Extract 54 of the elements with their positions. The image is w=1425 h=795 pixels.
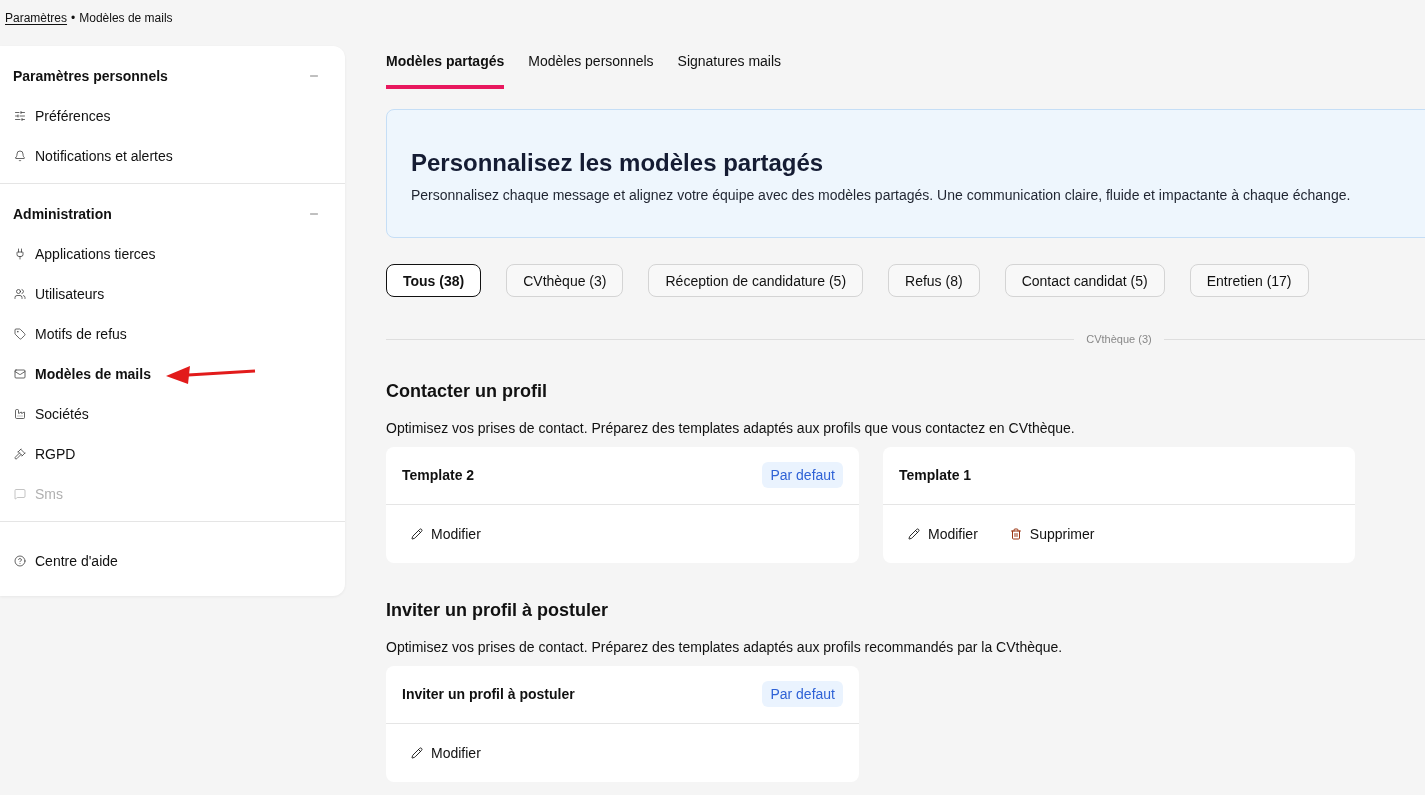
tab[interactable]: Modèles personnels <box>528 46 654 89</box>
section-description: Optimisez vos prises de contact. Préparez des templates adaptés aux profils que vous contactez en CVthèque. <box>386 418 1076 438</box>
envelope-icon <box>14 368 26 380</box>
section-heading: Administration <box>13 205 112 224</box>
banner-text: Personnalisez chaque message et alignez votre équipe avec des modèles partagés. Une communication claire, fluide et impactante à chaque échange. <box>411 185 1352 205</box>
factory-icon <box>14 408 26 420</box>
filter-chip[interactable]: Entretien (17) <box>1189 264 1309 297</box>
message-icon <box>14 488 26 500</box>
sidebar-item[interactable]: Centre d'aide <box>0 551 118 571</box>
pencil-icon <box>908 527 920 540</box>
sidebar-item[interactable]: Préférences <box>0 106 111 126</box>
edit-button[interactable]: Modifier <box>908 523 978 544</box>
breadcrumb-current: Modèles de mails <box>79 10 173 26</box>
filter-chip[interactable]: Réception de candidature (5) <box>648 264 864 297</box>
sidebar-item[interactable]: Utilisateurs <box>0 284 105 304</box>
tab[interactable]: Modèles partagés <box>386 46 505 89</box>
plug-icon <box>14 248 26 260</box>
filter-chip[interactable]: CVthèque (3) <box>506 264 624 297</box>
sidebar-item[interactable]: Notifications et alertes <box>0 146 173 166</box>
tab[interactable]: Signatures mails <box>677 46 782 89</box>
template-name: Template 1 <box>899 466 972 485</box>
section-title: Contacter un profil <box>386 379 548 403</box>
edit-button[interactable]: Modifier <box>411 742 481 763</box>
gavel-icon <box>14 448 26 460</box>
template-name: Template 2 <box>402 466 475 485</box>
divider-label: CVthèque (3) <box>1085 332 1153 347</box>
sidebar-item[interactable]: Sociétés <box>0 404 89 424</box>
users-icon <box>14 288 26 300</box>
section-heading: Paramètres personnels <box>13 67 168 86</box>
sidebar-item[interactable]: Applications tierces <box>0 244 156 264</box>
banner-title: Personnalisez les modèles partagés <box>411 147 825 178</box>
pencil-icon <box>411 527 423 540</box>
default-badge: Par defaut <box>762 462 843 488</box>
sliders-icon <box>14 110 26 122</box>
tag-icon <box>14 328 26 340</box>
pencil-icon <box>411 746 423 759</box>
default-badge: Par defaut <box>762 681 843 707</box>
filter-chip[interactable]: Contact candidat (5) <box>1004 264 1165 297</box>
breadcrumb-link[interactable]: Paramètres <box>5 10 68 26</box>
edit-button[interactable]: Modifier <box>411 523 481 544</box>
filter-chip[interactable]: Refus (8) <box>888 264 980 297</box>
breadcrumb-separator: • <box>71 10 76 26</box>
arrow-icon <box>166 364 256 384</box>
filter-chip[interactable]: Tous (38) <box>386 264 482 297</box>
delete-button[interactable]: Supprimer <box>1009 523 1095 544</box>
sidebar-item[interactable]: Modèles de mails <box>0 364 151 384</box>
section-description: Optimisez vos prises de contact. Préparez des templates adaptés aux profils recommandés par la CVthèque. <box>386 637 1064 657</box>
template-name: Inviter un profil à postuler <box>402 685 575 704</box>
section-title: Inviter un profil à postuler <box>386 598 610 622</box>
trash-icon <box>1009 527 1022 540</box>
sidebar-item[interactable]: RGPD <box>0 444 76 464</box>
bell-icon <box>14 150 26 162</box>
sidebar-item[interactable]: Motifs de refus <box>0 324 127 344</box>
help-icon <box>14 555 26 567</box>
